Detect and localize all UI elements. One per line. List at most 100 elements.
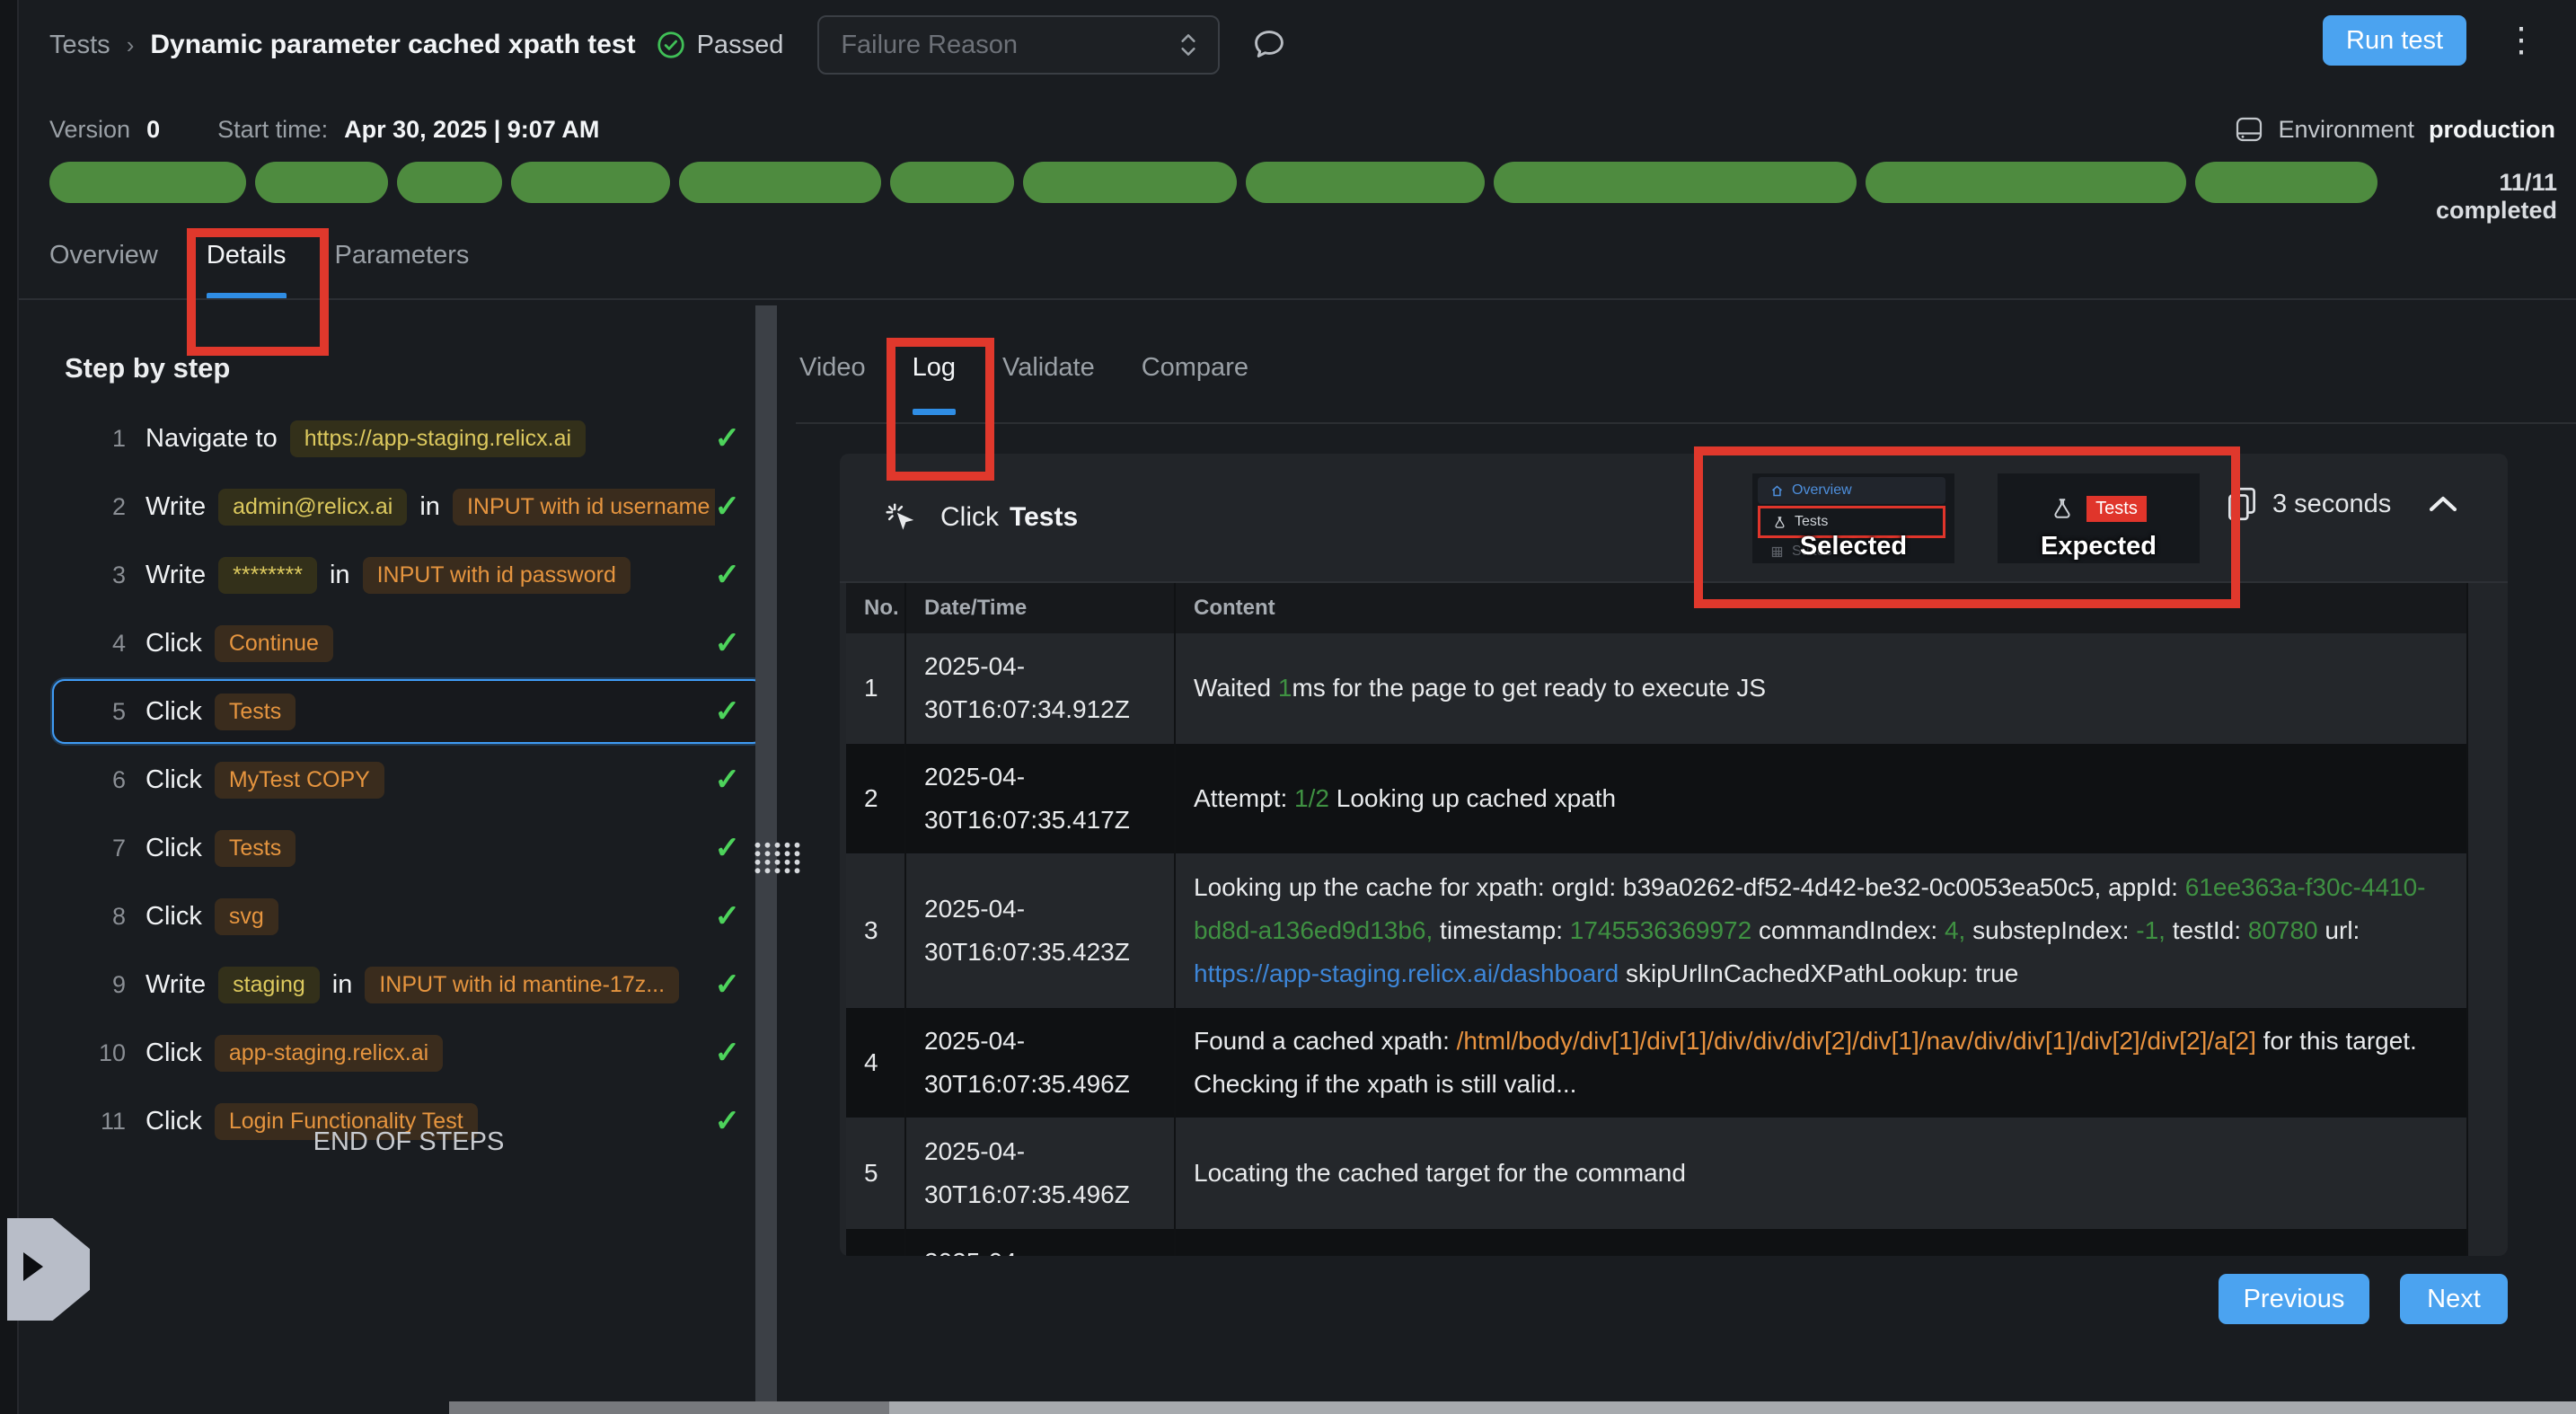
flask-icon	[1773, 516, 1786, 529]
log-panel: Click Tests No.Date/TimeContent 12025-04…	[840, 454, 2508, 1256]
failure-reason-select[interactable]: Failure Reason	[817, 15, 1220, 75]
log-cell-datetime: 2025-04-30T16:07:35.496Z	[905, 1008, 1175, 1118]
log-row: 22025-04-30T16:07:35.417ZAttempt: 1/2 Lo…	[846, 744, 2467, 854]
step-number: 8	[86, 903, 126, 931]
version-label: Version	[49, 116, 130, 144]
tab-details-label: Details	[207, 241, 287, 270]
previous-button[interactable]: Previous	[2219, 1274, 2369, 1324]
log-table: No.Date/TimeContent 12025-04-30T16:07:34…	[846, 583, 2468, 1256]
log-text: Locating the cached target for the comma…	[1194, 1159, 1686, 1187]
log-column-header-no: No.	[846, 583, 905, 633]
progress-segment	[1246, 162, 1485, 203]
log-cell-datetime: 2025-04-30T16:07:35.423Z	[905, 854, 1175, 1008]
detail-tabs-divider	[796, 422, 2576, 424]
command-target: Tests	[1010, 502, 1078, 533]
end-of-steps-label: END OF STEPS	[52, 1127, 765, 1157]
step-action-text: Click	[146, 765, 202, 795]
step-description: ClickTests	[146, 830, 296, 867]
step-row[interactable]: 7ClickTests✓	[52, 816, 765, 880]
next-button[interactable]: Next	[2400, 1274, 2508, 1324]
detail-tab-validate[interactable]: Validate	[1002, 353, 1095, 417]
command-action: Click	[940, 502, 999, 533]
step-action-text: Click	[146, 1038, 202, 1068]
step-number: 4	[86, 630, 126, 658]
run-test-button[interactable]: Run test	[2323, 15, 2466, 66]
step-row[interactable]: 4ClickContinue✓	[52, 611, 765, 676]
expected-target-highlight: Tests	[2086, 496, 2147, 522]
log-cell-content: Locating the cached target for the comma…	[1175, 1118, 2467, 1229]
step-row[interactable]: 5ClickTests✓	[52, 679, 765, 744]
log-text: 1745536369972	[1570, 916, 1751, 944]
duration-group: 3 seconds	[2226, 485, 2459, 523]
horizontal-scrollbar-thumb[interactable]	[449, 1401, 889, 1414]
app-window: Tests › Dynamic parameter cached xpath t…	[0, 0, 2576, 1414]
log-text: Waited	[1194, 674, 1278, 702]
log-text: Found a cached xpath:	[1194, 1027, 1457, 1055]
step-value-badge: ********	[218, 557, 317, 594]
collapse-chevron-up-icon[interactable]	[2427, 494, 2459, 514]
log-cell-datetime: 2025-04-30T16:07:35.496Z	[905, 1229, 1175, 1257]
selected-screenshot-thumbnail[interactable]: OverviewTestsSuites Selected	[1752, 473, 1954, 563]
log-url-link[interactable]: https://app-staging.relicx.ai/dashboard	[1194, 959, 1619, 987]
environment-label: Environment	[2278, 116, 2414, 144]
step-action-text: Click	[146, 629, 202, 658]
log-column-header-content: Content	[1175, 583, 2467, 633]
log-text: substepIndex:	[1965, 916, 2136, 944]
progress-segment	[679, 162, 881, 203]
environment-icon	[2235, 116, 2263, 143]
log-text: 80780	[2248, 916, 2318, 944]
step-action-text: Click	[146, 697, 202, 727]
step-success-check-icon: ✓	[715, 762, 741, 798]
overflow-menu-icon[interactable]: ⋮	[2504, 20, 2538, 61]
log-row: 42025-04-30T16:07:35.496ZFound a cached …	[846, 1008, 2467, 1118]
step-description: Navigate tohttps://app-staging.relicx.ai	[146, 420, 586, 457]
tab-parameters[interactable]: Parameters	[335, 241, 470, 301]
log-text: 1/2	[1294, 784, 1329, 812]
log-cell-content: Executing: Locating the cached target fo…	[1175, 1229, 2467, 1257]
step-success-check-icon: ✓	[715, 557, 741, 593]
sidebar-expander-tab[interactable]	[7, 1218, 90, 1321]
comment-icon[interactable]	[1250, 26, 1288, 64]
mini-nav-label: Overview	[1792, 482, 1852, 499]
step-row[interactable]: 2Writeadmin@relicx.aiinINPUT with id use…	[52, 474, 765, 539]
step-row[interactable]: 3Write********inINPUT with id password✓	[52, 543, 765, 607]
step-row[interactable]: 9WritestaginginINPUT with id mantine-17z…	[52, 952, 765, 1017]
step-target-badge: INPUT with id mantine-17z...	[365, 967, 679, 1003]
step-value-badge: admin@relicx.ai	[218, 489, 407, 526]
home-icon	[1770, 484, 1784, 498]
step-row[interactable]: 6ClickMyTest COPY✓	[52, 747, 765, 812]
detail-tab-video[interactable]: Video	[799, 353, 866, 417]
panel-resizer-handle-icon[interactable]	[753, 841, 802, 875]
step-success-check-icon: ✓	[715, 625, 741, 661]
log-cell-content: Found a cached xpath: /html/body/div[1]/…	[1175, 1008, 2467, 1118]
step-description: Clickapp-staging.relicx.ai	[146, 1035, 443, 1072]
expected-screenshot-thumbnail[interactable]: Tests Expected	[1998, 473, 2200, 563]
log-cell-datetime: 2025-04-30T16:07:35.417Z	[905, 744, 1175, 854]
expected-thumbnail-label: Expected	[1998, 532, 2200, 561]
tab-details[interactable]: Details	[207, 241, 287, 301]
top-bar: Tests › Dynamic parameter cached xpath t…	[49, 0, 2555, 90]
log-row: 12025-04-30T16:07:34.912ZWaited 1ms for …	[846, 633, 2467, 744]
step-action-text: Write	[146, 970, 206, 1000]
progress-segment	[1023, 162, 1238, 203]
progress-segment	[890, 162, 1014, 203]
status-badge: Passed	[656, 30, 784, 60]
tab-overview[interactable]: Overview	[49, 241, 158, 301]
detail-tab-log[interactable]: Log	[913, 353, 956, 417]
select-chevrons-icon	[1177, 30, 1200, 60]
breadcrumb-tests-link[interactable]: Tests	[49, 31, 110, 60]
detail-tab-compare[interactable]: Compare	[1142, 353, 1248, 417]
detail-tab-validate-label: Validate	[1002, 353, 1095, 382]
step-row[interactable]: 10Clickapp-staging.relicx.ai✓	[52, 1021, 765, 1085]
step-success-check-icon: ✓	[715, 489, 741, 525]
log-cell-content: Waited 1ms for the page to get ready to …	[1175, 633, 2467, 744]
copy-icon[interactable]	[2226, 485, 2258, 523]
log-cell-no: 3	[846, 854, 905, 1008]
log-cell-no: 1	[846, 633, 905, 744]
tab-parameters-label: Parameters	[335, 241, 470, 270]
active-tab-underline	[913, 409, 956, 415]
step-action-text: Click	[146, 834, 202, 863]
start-time-value: Apr 30, 2025 | 9:07 AM	[344, 116, 599, 144]
step-row[interactable]: 8Clicksvg✓	[52, 884, 765, 949]
step-row[interactable]: 1Navigate tohttps://app-staging.relicx.a…	[52, 406, 765, 471]
